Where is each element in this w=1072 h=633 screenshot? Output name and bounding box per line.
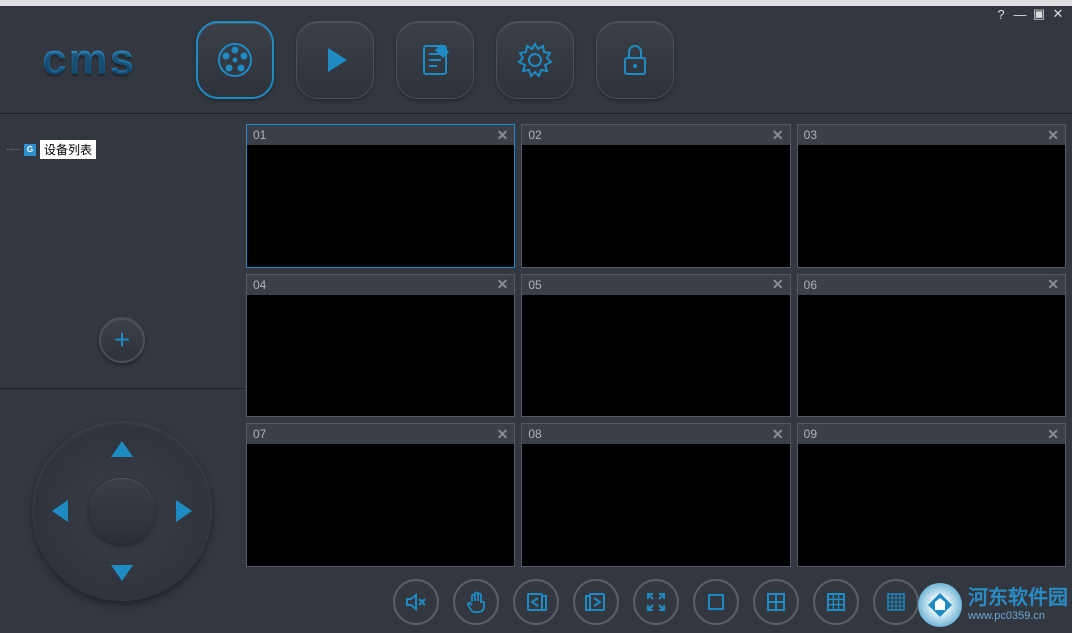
device-list-label: 设备列表 — [40, 140, 96, 159]
device-group-icon: G — [24, 144, 36, 156]
device-list-root[interactable]: ······ G 设备列表 — [6, 140, 238, 159]
nav-record-button[interactable] — [196, 21, 274, 99]
add-device-button[interactable]: + — [99, 317, 145, 363]
video-grid: 01 ✕ 02 ✕ 03 ✕ 04 ✕ 05 ✕ 06 ✕ 07 ✕ 08 ✕ 09 ✕ — [246, 124, 1066, 567]
sidebar: ······ G 设备列表 + — [0, 114, 244, 633]
next-page-button[interactable] — [573, 579, 619, 625]
minimize-button[interactable]: — — [1012, 6, 1028, 22]
ptz-up-button[interactable] — [111, 441, 133, 457]
layout-9-button[interactable] — [813, 579, 859, 625]
layout-quad-icon — [764, 590, 788, 614]
ptz-left-button[interactable] — [52, 500, 68, 522]
video-cell-header: 05 ✕ — [522, 275, 789, 295]
video-cell-header: 08 ✕ — [522, 424, 789, 444]
arrow-down-icon — [111, 565, 133, 581]
video-cell-close-button[interactable]: ✕ — [772, 276, 784, 293]
ptz-center-button[interactable] — [89, 478, 155, 544]
video-cell-close-button[interactable]: ✕ — [1047, 276, 1059, 293]
video-cell-header: 04 ✕ — [247, 275, 514, 295]
document-edit-icon — [415, 40, 455, 80]
ptz-dpad — [32, 421, 212, 601]
video-cell-header: 09 ✕ — [798, 424, 1065, 444]
bottom-toolbar — [246, 567, 1066, 627]
video-cell-05[interactable]: 05 ✕ — [521, 274, 790, 418]
video-cell-close-button[interactable]: ✕ — [1047, 127, 1059, 144]
video-cell-close-button[interactable]: ✕ — [772, 127, 784, 144]
ptz-right-button[interactable] — [176, 500, 192, 522]
video-cell-id: 09 — [804, 427, 817, 441]
layout-grid-icon — [884, 590, 908, 614]
speaker-mute-icon — [404, 590, 428, 614]
video-cell-header: 02 ✕ — [522, 125, 789, 145]
video-cell-id: 02 — [528, 128, 541, 142]
video-cell-02[interactable]: 02 ✕ — [521, 124, 790, 268]
mute-button[interactable] — [393, 579, 439, 625]
video-cell-id: 03 — [804, 128, 817, 142]
video-cell-id: 07 — [253, 427, 266, 441]
lock-icon — [615, 40, 655, 80]
video-cell-03[interactable]: 03 ✕ — [797, 124, 1066, 268]
device-tree: ······ G 设备列表 + — [0, 114, 244, 389]
film-reel-icon — [215, 40, 255, 80]
video-cell-06[interactable]: 06 ✕ — [797, 274, 1066, 418]
video-cell-id: 04 — [253, 278, 266, 292]
layout-more-button[interactable] — [873, 579, 919, 625]
main-nav — [196, 21, 674, 99]
layout-single-icon — [704, 590, 728, 614]
video-cell-close-button[interactable]: ✕ — [1047, 426, 1059, 443]
gear-icon — [515, 40, 555, 80]
video-cell-09[interactable]: 09 ✕ — [797, 423, 1066, 567]
video-cell-close-button[interactable]: ✕ — [497, 127, 509, 144]
video-cell-04[interactable]: 04 ✕ — [246, 274, 515, 418]
fullscreen-button[interactable] — [633, 579, 679, 625]
maximize-button[interactable]: ▣ — [1031, 6, 1047, 22]
nav-play-button[interactable] — [296, 21, 374, 99]
window-controls: ? — ▣ ✕ — [993, 6, 1066, 22]
content-area: 01 ✕ 02 ✕ 03 ✕ 04 ✕ 05 ✕ 06 ✕ 07 ✕ 08 ✕ 09 ✕ — [244, 114, 1072, 633]
layout-1-button[interactable] — [693, 579, 739, 625]
fullscreen-icon — [644, 590, 668, 614]
video-cell-close-button[interactable]: ✕ — [497, 426, 509, 443]
layout-nine-icon — [824, 590, 848, 614]
ptz-control — [0, 389, 244, 633]
nav-lock-button[interactable] — [596, 21, 674, 99]
ptz-down-button[interactable] — [111, 565, 133, 581]
prev-page-button[interactable] — [513, 579, 559, 625]
video-cell-header: 07 ✕ — [247, 424, 514, 444]
app-header: cms — [0, 6, 1072, 114]
app-logo: cms — [42, 35, 136, 85]
tree-expand-dots: ······ — [6, 144, 20, 155]
video-cell-close-button[interactable]: ✕ — [772, 426, 784, 443]
play-icon — [315, 40, 355, 80]
video-cell-08[interactable]: 08 ✕ — [521, 423, 790, 567]
page-prev-icon — [524, 590, 548, 614]
close-button[interactable]: ✕ — [1050, 6, 1066, 22]
hand-button[interactable] — [453, 579, 499, 625]
video-cell-id: 08 — [528, 427, 541, 441]
video-cell-header: 06 ✕ — [798, 275, 1065, 295]
page-next-icon — [584, 590, 608, 614]
video-cell-id: 05 — [528, 278, 541, 292]
video-cell-header: 03 ✕ — [798, 125, 1065, 145]
help-button[interactable]: ? — [993, 6, 1009, 22]
hand-icon — [464, 590, 488, 614]
arrow-right-icon — [176, 500, 192, 522]
video-cell-07[interactable]: 07 ✕ — [246, 423, 515, 567]
layout-4-button[interactable] — [753, 579, 799, 625]
nav-log-button[interactable] — [396, 21, 474, 99]
video-cell-close-button[interactable]: ✕ — [497, 276, 509, 293]
arrow-up-icon — [111, 441, 133, 457]
video-cell-01[interactable]: 01 ✕ — [246, 124, 515, 268]
video-cell-id: 06 — [804, 278, 817, 292]
video-cell-id: 01 — [253, 128, 266, 142]
nav-settings-button[interactable] — [496, 21, 574, 99]
video-cell-header: 01 ✕ — [247, 125, 514, 145]
arrow-left-icon — [52, 500, 68, 522]
